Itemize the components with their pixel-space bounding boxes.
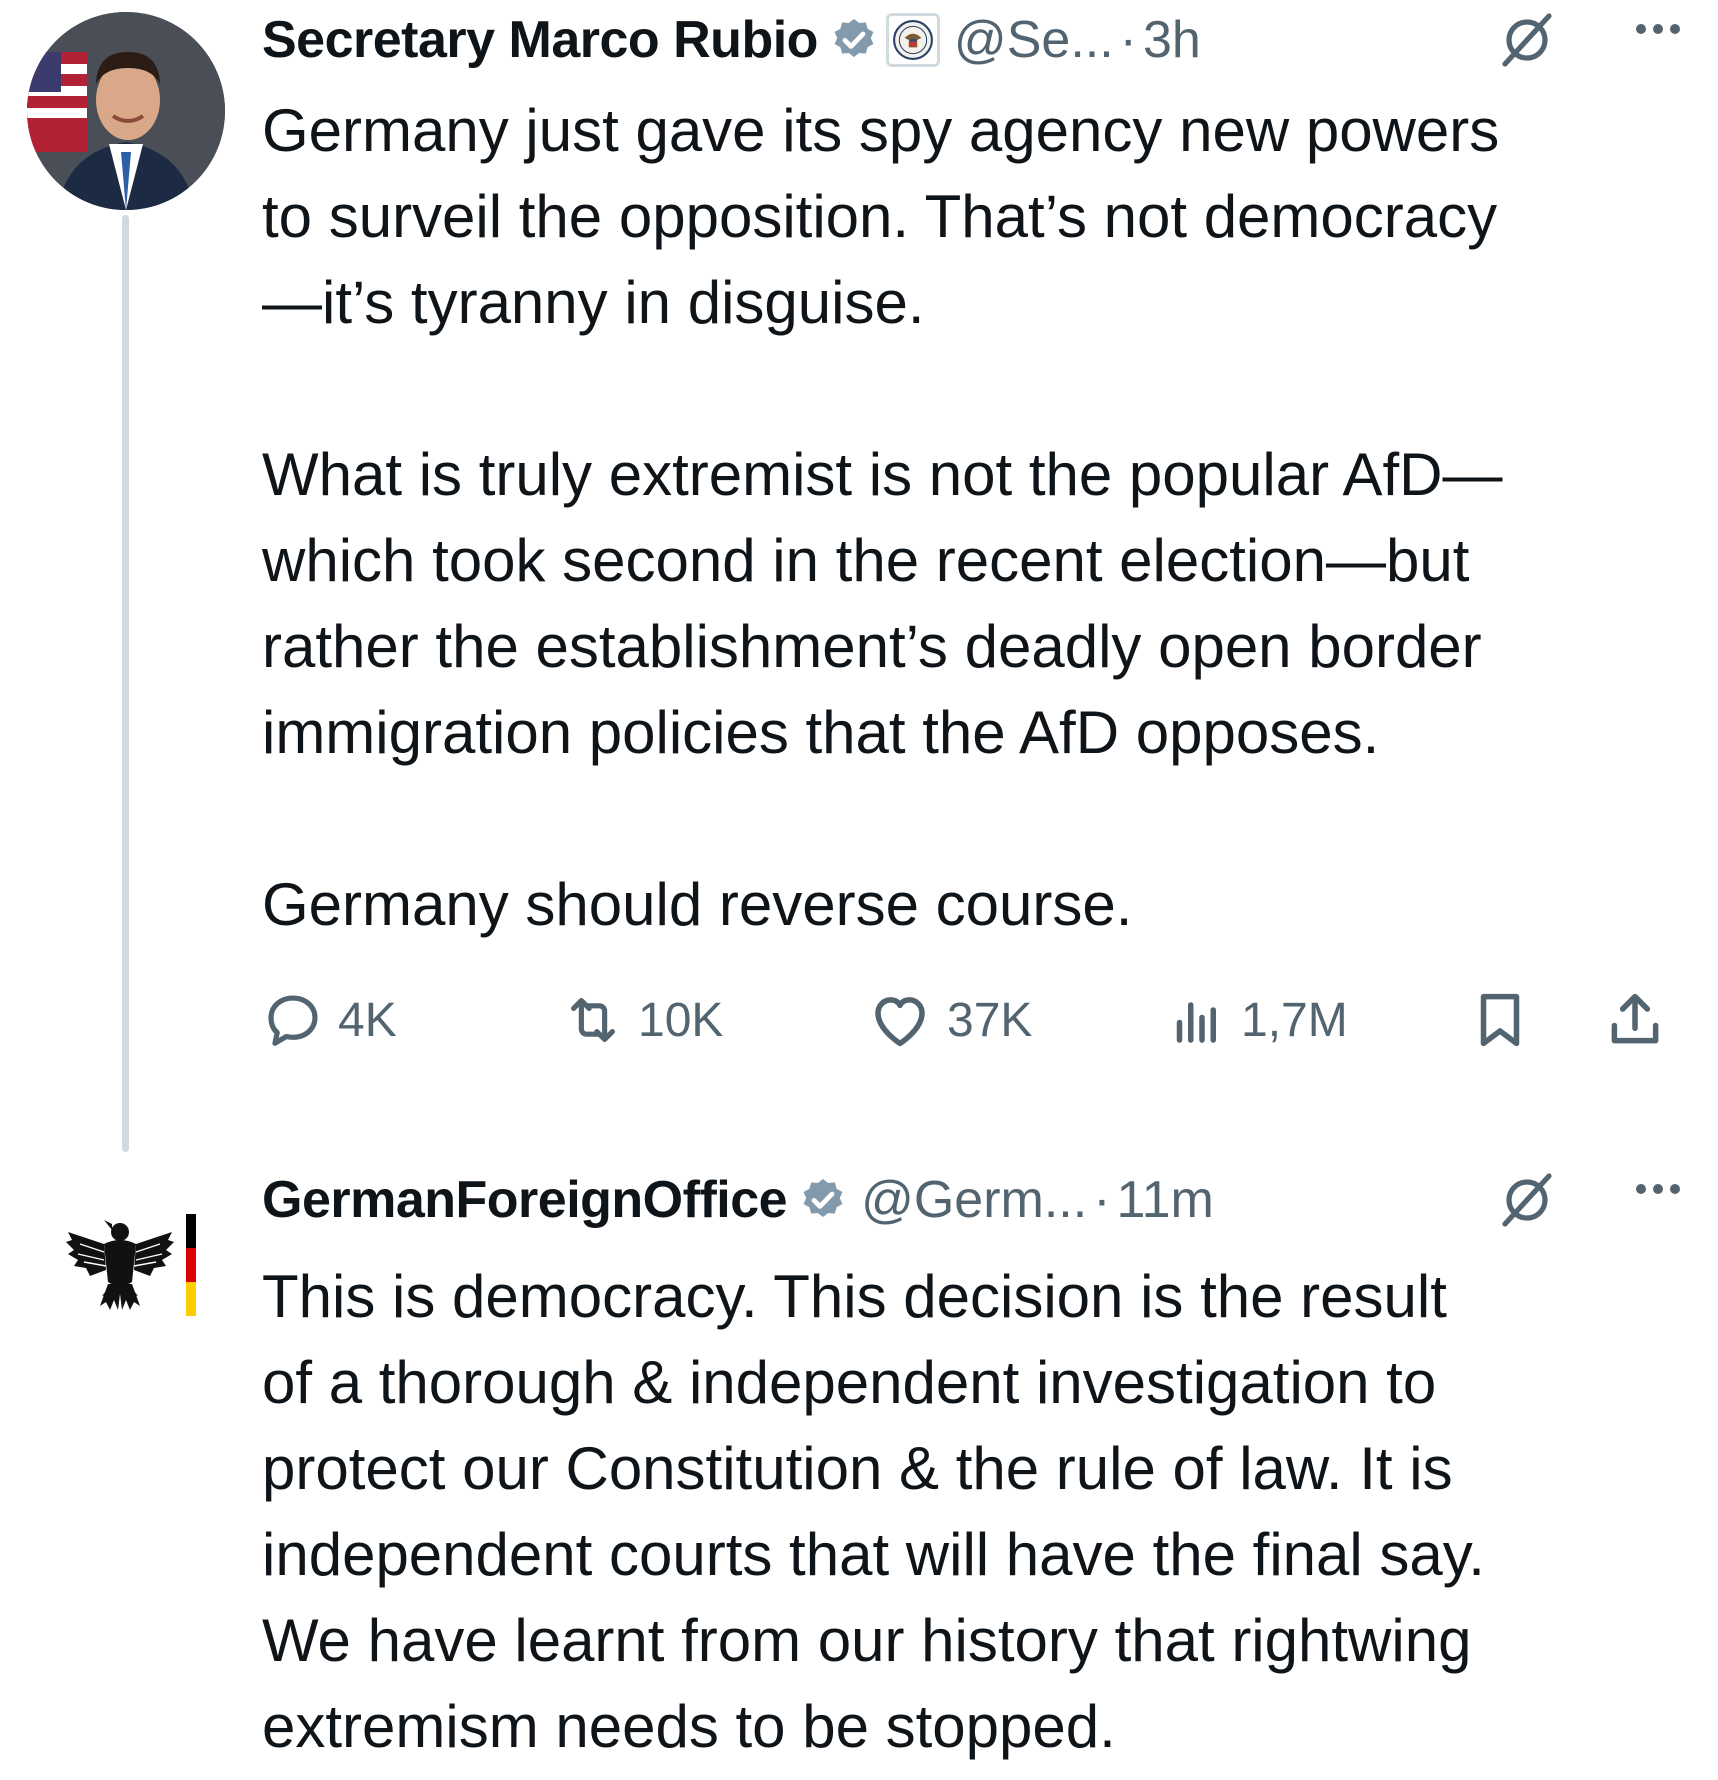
tweet-paragraph: This is democracy. This decision is the …: [262, 1254, 1692, 1770]
text-line: to surveil the opposition. That’s not de…: [262, 183, 1498, 250]
like-icon: [875, 997, 925, 1047]
reply-icon: [268, 995, 318, 1046]
timestamp[interactable]: 3h: [1143, 10, 1201, 70]
share-icon: [1611, 993, 1659, 1044]
tweet-paragraph: Germany should reverse course.: [262, 862, 1692, 948]
text-line: —it’s tyranny in disguise.: [262, 269, 925, 336]
text-line: immigration policies that the AfD oppose…: [262, 699, 1380, 766]
timestamp[interactable]: 11m: [1117, 1170, 1214, 1230]
header-separator: ·: [1119, 11, 1137, 69]
tweet-german-foreign-office[interactable]: GermanForeignOffice @Germ... · 11m This …: [0, 1150, 1718, 1780]
text-line: extremism needs to be stopped.: [262, 1693, 1116, 1760]
username-handle[interactable]: @Germ...: [861, 1170, 1087, 1230]
bookmark-icon: [1480, 993, 1520, 1047]
tweet-header: Secretary Marco Rubio @Se... · 3h: [262, 10, 1688, 70]
avatar-photo: [27, 12, 225, 210]
verified-badge-icon: [799, 1176, 847, 1224]
views-count: 1,7M: [1241, 993, 1348, 1047]
text-line: of a thorough & independent investigatio…: [262, 1349, 1437, 1416]
text-line: We have learnt from our history that rig…: [262, 1607, 1472, 1674]
repost-button[interactable]: 10K: [562, 980, 723, 1060]
text-line: protect our Constitution & the rule of l…: [262, 1435, 1453, 1502]
german-foreign-office-avatar[interactable]: [60, 1210, 200, 1320]
views-icon: [1176, 1002, 1216, 1043]
state-department-seal-icon[interactable]: [885, 13, 940, 67]
like-count: 37K: [947, 993, 1033, 1047]
tweet-text: This is democracy. This decision is the …: [262, 1254, 1692, 1770]
text-line: rather the establishment’s deadly open b…: [262, 613, 1482, 680]
like-button[interactable]: 37K: [867, 980, 1032, 1060]
tweet-header: GermanForeignOffice @Germ... · 11m: [262, 1170, 1688, 1230]
reply-count: 4K: [338, 993, 397, 1047]
verified-badge-icon: [830, 16, 878, 64]
tweet-rubio[interactable]: Secretary Marco Rubio @Se... · 3h German…: [0, 0, 1718, 1152]
tweet-actions: 4K 10K 37K 1,7M: [262, 980, 1682, 1060]
tweet-paragraph: What is truly extremist is not the popul…: [262, 432, 1692, 776]
display-name[interactable]: Secretary Marco Rubio: [262, 10, 818, 70]
header-separator: ·: [1093, 1171, 1111, 1229]
share-button[interactable]: [1602, 980, 1668, 1060]
display-name[interactable]: GermanForeignOffice: [262, 1170, 788, 1230]
text-line: What is truly extremist is not the popul…: [262, 441, 1503, 508]
text-line: independent courts that will have the fi…: [262, 1521, 1485, 1588]
text-line: This is democracy. This decision is the …: [262, 1263, 1447, 1330]
thread-line: [122, 215, 129, 1152]
views-button[interactable]: 1,7M: [1167, 980, 1348, 1060]
tweet-text: Germany just gave its spy agency new pow…: [262, 88, 1692, 948]
username-handle[interactable]: @Se...: [954, 10, 1114, 70]
text-line: Germany just gave its spy agency new pow…: [262, 97, 1500, 164]
tweet-paragraph: Germany just gave its spy agency new pow…: [262, 88, 1692, 346]
bookmark-button[interactable]: [1467, 980, 1533, 1060]
text-line: Germany should reverse course.: [262, 871, 1133, 938]
rubio-avatar[interactable]: [27, 12, 225, 210]
text-line: which took second in the recent election…: [262, 527, 1470, 594]
german-eagle-icon: [66, 1214, 196, 1316]
repost-count: 10K: [638, 993, 724, 1047]
repost-icon: [571, 998, 615, 1042]
reply-button[interactable]: 4K: [262, 980, 397, 1060]
